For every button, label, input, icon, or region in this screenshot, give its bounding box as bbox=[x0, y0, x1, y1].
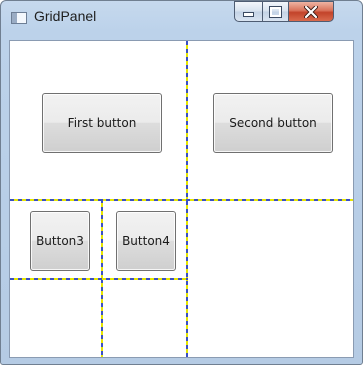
close-button[interactable] bbox=[288, 1, 334, 22]
maximize-button[interactable] bbox=[262, 1, 289, 22]
minimize-button[interactable] bbox=[234, 1, 263, 22]
first-button[interactable]: First button bbox=[42, 93, 162, 153]
minimize-icon bbox=[243, 12, 254, 17]
button3[interactable]: Button3 bbox=[30, 211, 90, 271]
close-icon bbox=[304, 5, 318, 18]
grid-panel: First button Second button Button3 Butto… bbox=[9, 40, 354, 358]
app-icon[interactable] bbox=[11, 12, 27, 24]
main-window: GridPanel First button Second button But… bbox=[0, 0, 363, 365]
grid-row-divider bbox=[10, 199, 353, 201]
window-title: GridPanel bbox=[34, 8, 97, 24]
grid-subrow-divider bbox=[10, 278, 188, 280]
title-bar[interactable]: GridPanel bbox=[1, 1, 362, 39]
second-button[interactable]: Second button bbox=[213, 93, 333, 153]
maximize-icon bbox=[269, 5, 282, 18]
button4[interactable]: Button4 bbox=[116, 211, 176, 271]
